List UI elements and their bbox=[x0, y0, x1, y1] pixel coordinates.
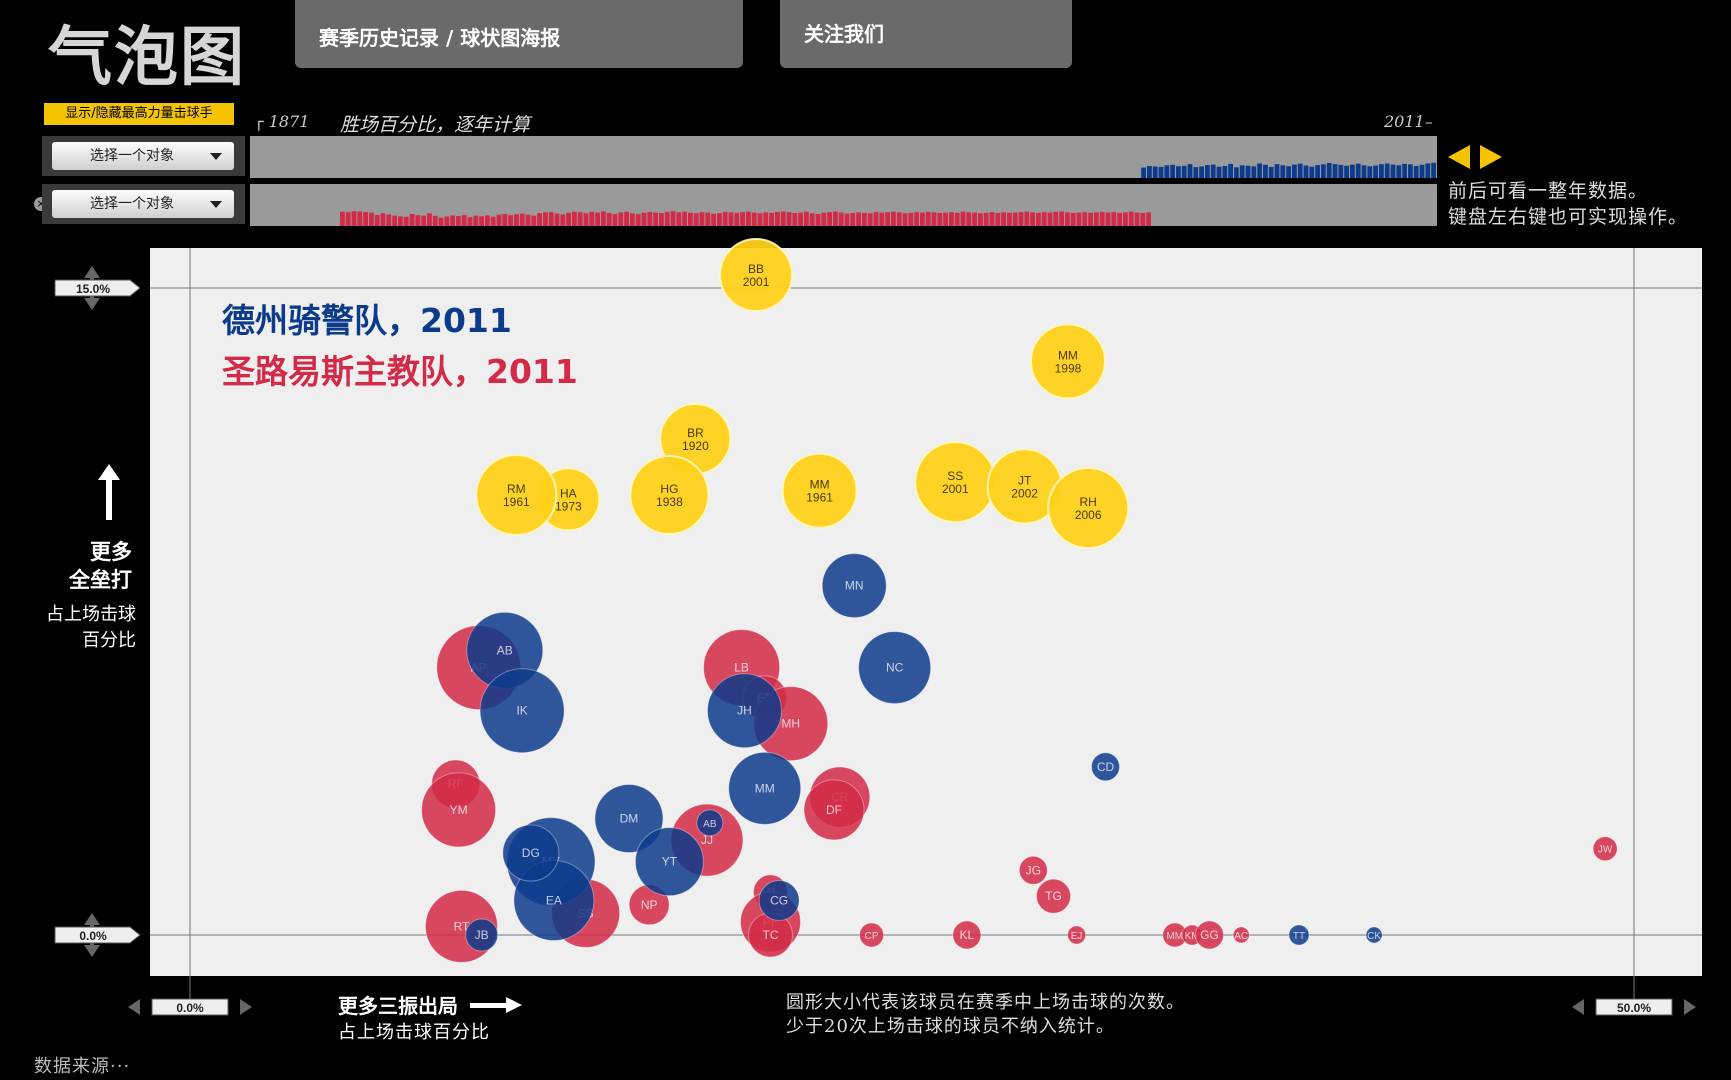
bubble-label: TC bbox=[762, 928, 778, 942]
bubble-label: HG bbox=[660, 482, 678, 496]
bubble-label: RH bbox=[1079, 495, 1096, 509]
bubble-chart: 15.0%0.0%0.0% 50.0%BB2001MM1998BR1920SS20… bbox=[54, 238, 1702, 1016]
bubble-label: CP bbox=[865, 931, 879, 942]
x-tick-label: 0.0% bbox=[176, 1001, 204, 1015]
footnote-size: 圆形大小代表该球员在赛季中上场击球的次数。 bbox=[786, 992, 1185, 1013]
bubble-label: GG bbox=[1200, 928, 1219, 942]
y-axis-label-primary: 更多 全垒打 bbox=[40, 538, 132, 594]
x-slider-right-icon bbox=[1684, 999, 1696, 1015]
x-tick-label: 50.0% bbox=[1617, 1001, 1651, 1015]
bubble-label: YM bbox=[450, 803, 468, 817]
bubble-year-label: 2006 bbox=[1075, 508, 1102, 522]
x-axis-label-primary: 更多三振出局 bbox=[338, 994, 458, 1018]
bubble-label: YT bbox=[662, 855, 678, 869]
y-axis-label-secondary: 占上场击球 百分比 bbox=[20, 602, 136, 654]
bubble-label: TG bbox=[1045, 889, 1062, 903]
bubble-label: AB bbox=[703, 819, 717, 830]
bubble-label: JT bbox=[1018, 473, 1032, 487]
bubble-label: JH bbox=[737, 704, 752, 718]
bubble-label: CG bbox=[770, 893, 788, 907]
y-slider-up-icon bbox=[84, 913, 100, 925]
bubble-label: BB bbox=[748, 262, 764, 276]
bubble-label: MM bbox=[810, 478, 830, 492]
y-tick-label: 15.0% bbox=[76, 282, 110, 296]
right-arrow-icon bbox=[470, 997, 522, 1013]
bubble-label: IK bbox=[516, 704, 527, 718]
bubble-label: JG bbox=[1026, 863, 1041, 877]
bubble-year-label: 2002 bbox=[1011, 486, 1038, 500]
data-source-link[interactable]: 数据来源··· bbox=[34, 1052, 130, 1078]
bubble-label: TT bbox=[1293, 931, 1305, 942]
bubble-label: MM bbox=[1166, 931, 1183, 942]
bubble-label: KL bbox=[960, 928, 975, 942]
bubble-year-label: 1920 bbox=[682, 439, 709, 453]
bubble-label: MH bbox=[781, 717, 800, 731]
bubble-label: AB bbox=[497, 643, 513, 657]
y-axis-label-line-3: 占上场击球 bbox=[46, 604, 136, 625]
bubble-year-label: 1998 bbox=[1055, 361, 1082, 375]
bubble-label: MM bbox=[1058, 348, 1078, 362]
y-tick-label: 0.0% bbox=[79, 929, 107, 943]
bubble-label: DM bbox=[620, 812, 639, 826]
bubble-year-label: 1961 bbox=[806, 491, 833, 505]
bubble-label: JW bbox=[1598, 845, 1613, 856]
bubble-label: DF bbox=[826, 803, 842, 817]
chart-title-team-2: 圣路易斯主教队，2011 bbox=[222, 352, 578, 391]
y-axis-label-line-1: 更多 bbox=[90, 540, 132, 564]
chart-title-team-1: 德州骑警队，2011 bbox=[222, 301, 512, 340]
x-slider-left-icon bbox=[1572, 999, 1584, 1015]
y-slider-down-icon bbox=[84, 298, 100, 310]
bubble-label: BR bbox=[687, 426, 704, 440]
bubble-label: SS bbox=[947, 469, 963, 483]
bubble-label: EA bbox=[546, 893, 562, 907]
x-axis-label-secondary: 占上场击球百分比 bbox=[338, 1022, 490, 1043]
footnote-exclusion: 少于20次上场击球的球员不纳入统计。 bbox=[786, 1016, 1115, 1037]
y-axis-label-line-2: 全垒打 bbox=[69, 568, 132, 592]
bubble-label: NC bbox=[886, 661, 904, 675]
bubble-label: JB bbox=[475, 928, 489, 942]
x-slider-right-icon bbox=[240, 999, 252, 1015]
bubble-label: RM bbox=[507, 482, 526, 496]
y-axis-label-line-4: 百分比 bbox=[82, 630, 136, 651]
bubble-label: MM bbox=[755, 781, 775, 795]
bubble-label: AC bbox=[1234, 931, 1248, 942]
bubble-year-label: 1938 bbox=[656, 495, 683, 509]
y-slider-down-icon bbox=[84, 945, 100, 957]
bubble-year-label: 1973 bbox=[555, 499, 582, 513]
bubble-label: DG bbox=[522, 846, 540, 860]
x-slider-left-icon bbox=[128, 999, 140, 1015]
bubble-label: HA bbox=[560, 486, 577, 500]
bubble-year-label: 2001 bbox=[942, 482, 969, 496]
bubble-label: NP bbox=[641, 898, 658, 912]
bubble-label: EJ bbox=[1071, 931, 1083, 942]
bubble-year-label: 1961 bbox=[503, 495, 530, 509]
bubble-label: MN bbox=[845, 579, 864, 593]
up-arrow-icon bbox=[98, 464, 120, 520]
bubble-label: LB bbox=[734, 661, 749, 675]
bubble-label: CK bbox=[1367, 931, 1381, 942]
y-slider-up-icon bbox=[84, 266, 100, 278]
bubble-year-label: 2001 bbox=[743, 275, 770, 289]
bubble-label: CD bbox=[1097, 760, 1115, 774]
